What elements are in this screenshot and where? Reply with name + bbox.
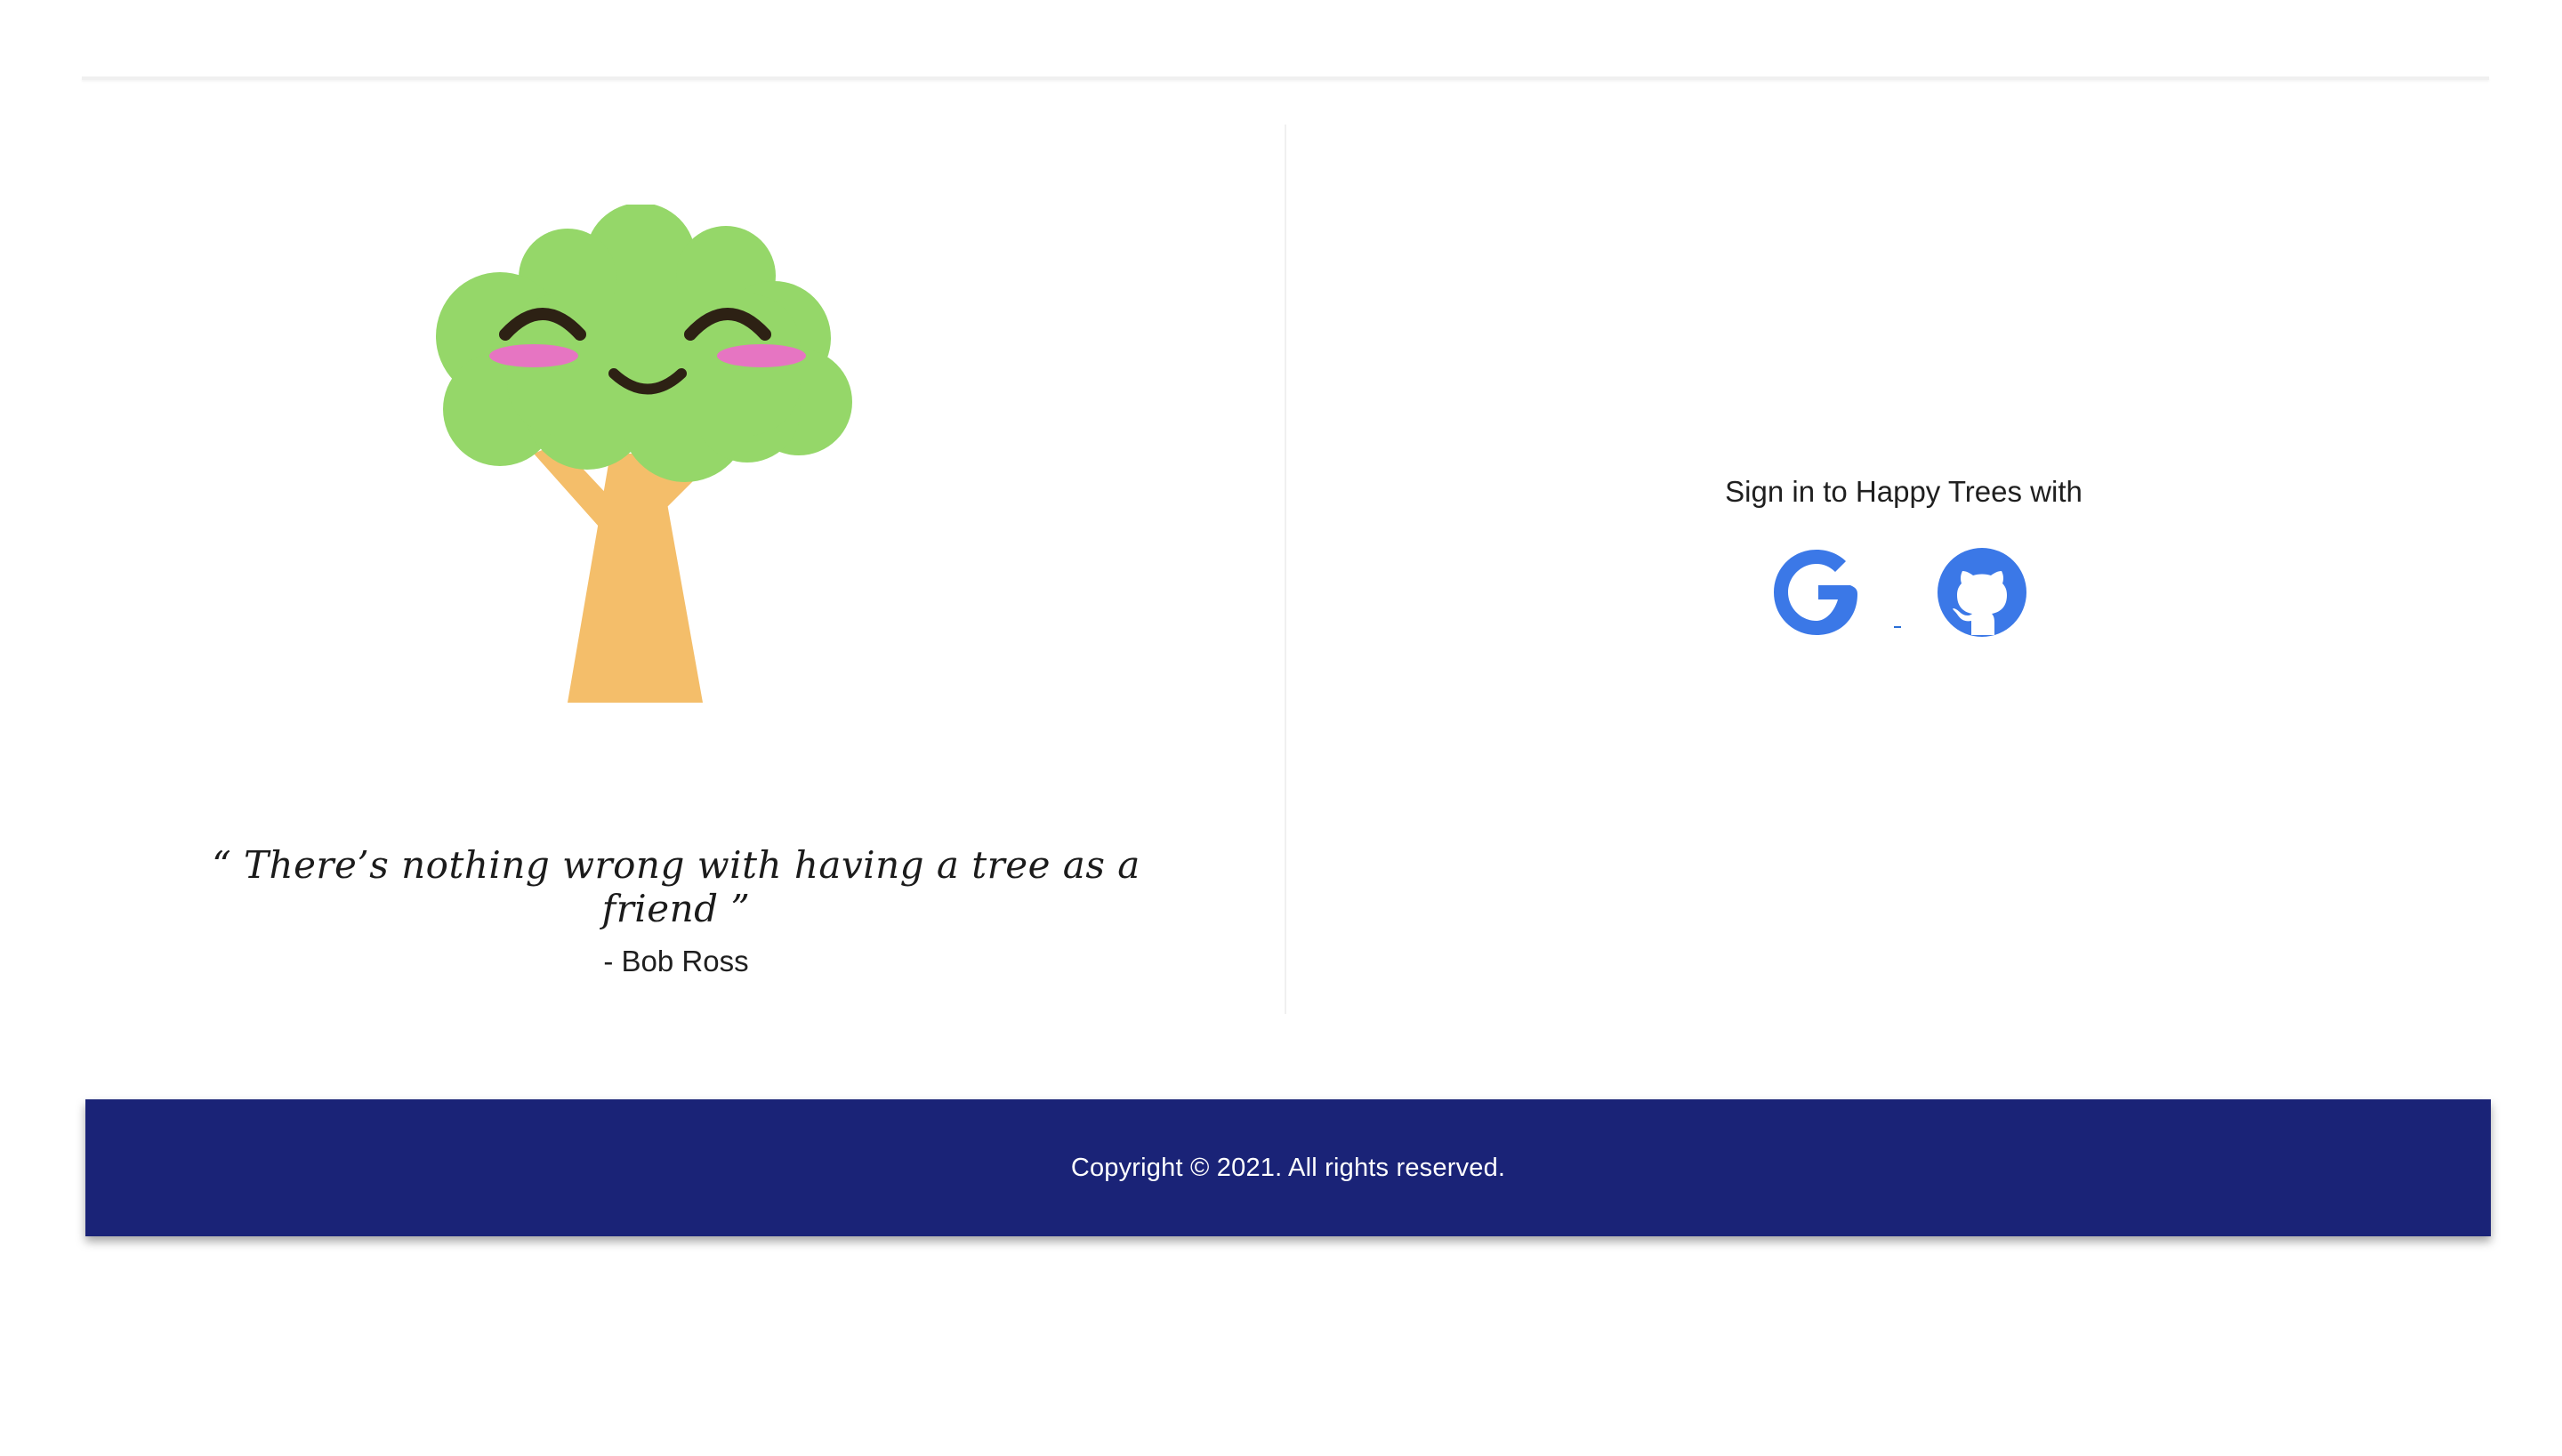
tree-foliage [436,205,852,482]
login-page: “ There’s nothing wrong with having a tr… [0,0,2562,1456]
google-icon [1774,550,1857,635]
column-divider [1285,125,1286,1014]
signin-title: Sign in to Happy Trees with [1725,475,2083,508]
github-signin-button[interactable] [1936,546,2028,639]
tree-trunk [534,443,703,703]
signin-providers [1770,546,2037,644]
github-icon [1938,548,2026,637]
copyright-text: Copyright © 2021. All rights reserved. [1070,1153,1506,1182]
bob-ross-quote: “ There’s nothing wrong with having a tr… [212,843,1140,930]
happy-tree-illustration [436,205,852,703]
link-underline [1894,626,1901,628]
header-divider [82,76,2489,80]
footer: Copyright © 2021. All rights reserved. [85,1099,2491,1236]
quote-author: - Bob Ross [603,945,749,977]
google-signin-button[interactable] [1770,546,1863,639]
